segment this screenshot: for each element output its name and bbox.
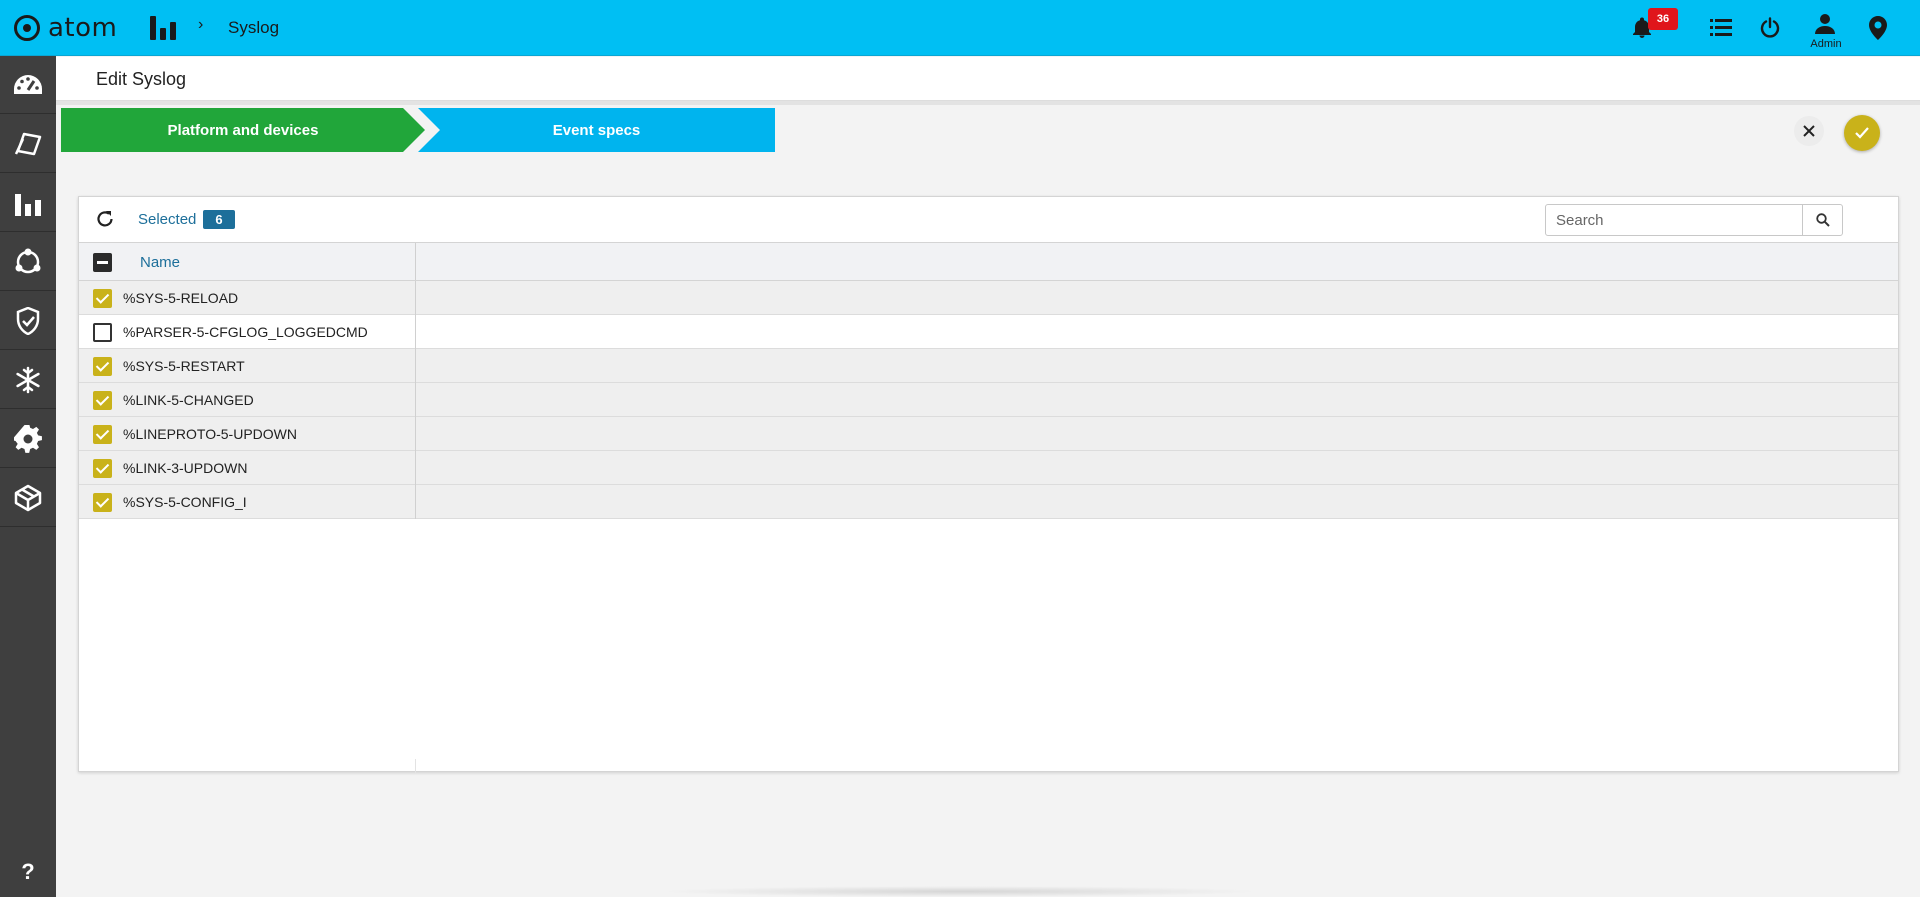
column-divider-bottom (415, 759, 416, 773)
analytics-bars-icon (15, 193, 41, 216)
table-row[interactable]: %SYS-5-CONFIG_I (79, 485, 1898, 519)
table-row[interactable]: %LINK-3-UPDOWN (79, 451, 1898, 485)
search-box (1545, 204, 1843, 236)
row-name: %LINK-5-CHANGED (123, 392, 254, 408)
page-title: Edit Syslog (96, 69, 187, 89)
atom-logo-icon (14, 15, 40, 41)
table-toolbar: Selected 6 (79, 197, 1898, 243)
devices-icon (14, 132, 42, 155)
wizard-step-event-specs[interactable]: Event specs (418, 108, 775, 152)
column-header-name[interactable]: Name (140, 254, 180, 271)
row-checkbox[interactable] (93, 323, 112, 342)
sidebar-item-topology[interactable] (0, 233, 56, 291)
table-body: %SYS-5-RELOAD %PARSER-5-CFGLOG_LOGGEDCMD… (79, 281, 1898, 519)
analytics-nav-icon[interactable] (150, 16, 180, 40)
wizard-step-platform[interactable]: Platform and devices (61, 108, 425, 152)
search-icon (1815, 213, 1830, 227)
dashboard-gauge-icon (14, 74, 42, 94)
row-name: %SYS-5-RESTART (123, 358, 245, 374)
location-pin-icon[interactable] (1864, 14, 1892, 42)
sidebar-item-snowflake[interactable] (0, 351, 56, 409)
user-label[interactable]: Admin (1806, 38, 1846, 50)
header-divider (56, 101, 1920, 105)
app-logo[interactable]: atom (14, 12, 117, 44)
top-bar: atom › Syslog 36 Admin (0, 0, 1920, 56)
user-avatar-icon[interactable] (1811, 10, 1839, 38)
row-checkbox[interactable] (93, 289, 112, 308)
table-row[interactable]: %LINK-5-CHANGED (79, 383, 1898, 417)
close-icon (1803, 125, 1815, 137)
table-row[interactable]: %SYS-5-RESTART (79, 349, 1898, 383)
refresh-icon (97, 211, 113, 227)
close-button[interactable] (1794, 116, 1824, 146)
row-checkbox[interactable] (93, 391, 112, 410)
table-row[interactable]: %PARSER-5-CFGLOG_LOGGEDCMD (79, 315, 1898, 349)
sidebar-item-security[interactable] (0, 292, 56, 350)
row-name: %LINK-3-UPDOWN (123, 460, 248, 476)
search-button[interactable] (1802, 205, 1842, 235)
sidebar: ? (0, 56, 56, 897)
check-icon (1855, 127, 1869, 139)
help-button[interactable]: ? (0, 852, 56, 892)
row-checkbox[interactable] (93, 425, 112, 444)
power-icon[interactable] (1756, 14, 1784, 42)
sidebar-item-devices[interactable] (0, 115, 56, 173)
column-divider[interactable] (415, 243, 416, 280)
topology-icon (15, 248, 41, 273)
notification-count-badge[interactable]: 36 (1648, 8, 1678, 30)
sidebar-item-dashboard[interactable] (0, 56, 56, 114)
row-checkbox[interactable] (93, 357, 112, 376)
cube-icon (14, 484, 42, 511)
page-header: Edit Syslog (56, 57, 1920, 101)
sidebar-item-analytics[interactable] (0, 174, 56, 232)
row-name: %SYS-5-RELOAD (123, 290, 239, 306)
snowflake-icon (16, 366, 40, 393)
bottom-shadow (660, 886, 1260, 897)
row-name: %LINEPROTO-5-UPDOWN (123, 426, 297, 442)
table-row[interactable]: %SYS-5-RELOAD (79, 281, 1898, 315)
search-input[interactable] (1546, 205, 1802, 235)
row-checkbox[interactable] (93, 459, 112, 478)
sidebar-item-cube[interactable] (0, 469, 56, 527)
task-list-icon[interactable] (1707, 14, 1735, 42)
refresh-button[interactable] (93, 207, 117, 231)
row-checkbox[interactable] (93, 493, 112, 512)
table-row[interactable]: %LINEPROTO-5-UPDOWN (79, 417, 1898, 451)
confirm-button[interactable] (1844, 115, 1880, 151)
security-shield-icon (16, 306, 40, 335)
settings-gear-icon (14, 424, 42, 453)
selected-count-badge[interactable]: 6 (203, 210, 235, 229)
select-all-checkbox[interactable] (93, 253, 112, 272)
breadcrumb-separator: › (198, 16, 204, 33)
row-name: %PARSER-5-CFGLOG_LOGGEDCMD (123, 324, 368, 340)
row-name: %SYS-5-CONFIG_I (123, 494, 247, 510)
table-header: Name (79, 243, 1898, 281)
event-specs-panel: Selected 6 Name %SYS-5-RELOAD %PARSER-5-… (78, 196, 1899, 773)
selected-label[interactable]: Selected (138, 211, 196, 228)
app-name: atom (48, 13, 118, 43)
breadcrumb-current: Syslog (228, 18, 280, 37)
sidebar-item-settings[interactable] (0, 410, 56, 468)
